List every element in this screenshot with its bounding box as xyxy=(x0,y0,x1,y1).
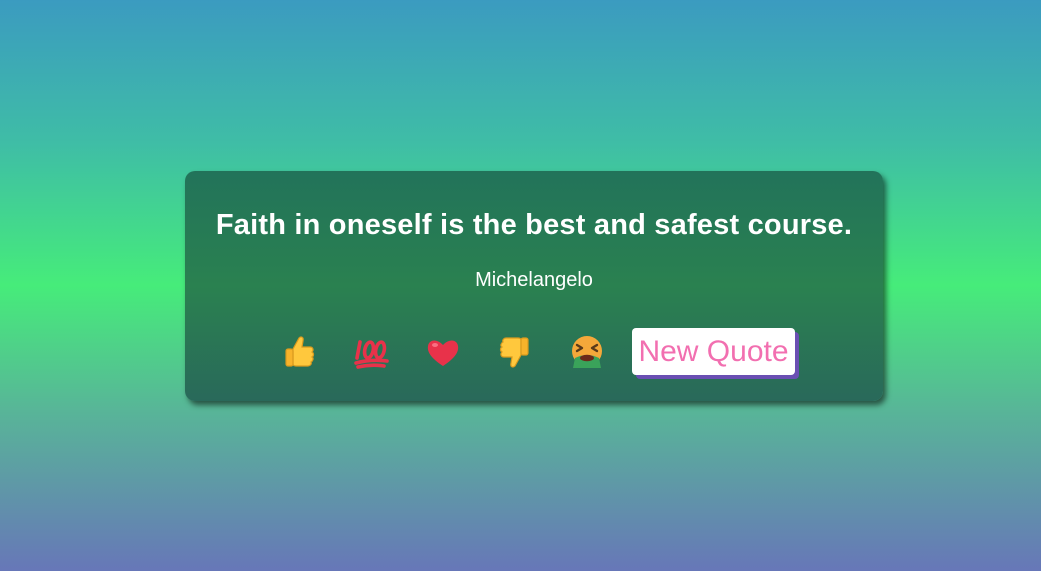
new-quote-button[interactable]: New Quote xyxy=(632,328,795,375)
thumbs-up-button[interactable] xyxy=(279,332,319,372)
hundred-points-icon xyxy=(354,340,389,369)
thumbs-up-icon xyxy=(285,336,315,367)
red-heart-icon xyxy=(427,340,459,366)
reaction-bar: New Quote xyxy=(185,328,883,376)
nauseated-face-button[interactable] xyxy=(567,332,607,372)
nauseated-face-icon xyxy=(572,336,602,368)
quote-author: Michelangelo xyxy=(475,269,593,291)
heart-button[interactable] xyxy=(423,332,463,372)
quote-text: Faith in oneself is the best and safest … xyxy=(215,209,853,241)
quote-card: Faith in oneself is the best and safest … xyxy=(185,171,883,401)
hundred-points-button[interactable] xyxy=(351,332,391,372)
thumbs-down-button[interactable] xyxy=(495,332,535,372)
thumbs-down-icon xyxy=(499,337,529,368)
